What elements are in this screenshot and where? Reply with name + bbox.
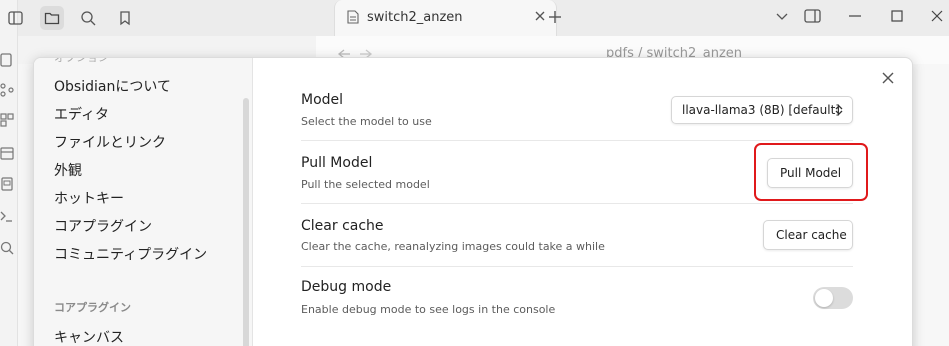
setting-name: Clear cache	[301, 218, 384, 234]
setting-description: Pull the selected model	[301, 178, 430, 191]
sidebar-item-files-links[interactable]: ファイルとリンク	[54, 132, 166, 152]
terminal-icon[interactable]	[0, 208, 16, 224]
search-icon[interactable]	[0, 240, 16, 256]
clear-cache-button[interactable]: Clear cache	[763, 220, 853, 250]
search-icon[interactable]	[76, 6, 100, 30]
sidebar-item-editor[interactable]: エディタ	[54, 104, 109, 124]
close-tab-icon[interactable]	[534, 10, 546, 22]
minimize-icon[interactable]	[848, 8, 862, 24]
file-icon	[347, 10, 359, 24]
title-bar: switch2_anzen	[8, 0, 949, 36]
ribbon	[0, 0, 18, 346]
new-tab-icon[interactable]	[546, 8, 564, 26]
setting-model: Model Select the model to use llava-llam…	[301, 78, 853, 141]
tab-title: switch2_anzen	[367, 10, 463, 25]
right-sidebar-toggle-icon[interactable]	[804, 8, 822, 24]
graph-view-icon[interactable]	[0, 82, 16, 98]
calendar-icon[interactable]	[0, 145, 16, 161]
tab-switch2-anzen[interactable]: switch2_anzen	[334, 0, 557, 36]
sidebar-item-community-plugins[interactable]: コミュニティプラグイン	[54, 244, 207, 264]
open-quick-switcher-icon[interactable]	[0, 52, 16, 68]
pull-model-button[interactable]: Pull Model	[767, 158, 853, 188]
settings-modal: オプション Obsidianについて エディタ ファイルとリンク 外観 ホットキ…	[33, 57, 913, 346]
settings-content: Model Select the model to use llava-llam…	[253, 58, 912, 346]
model-select[interactable]: llava-llama3 (8B) [default]	[671, 96, 853, 124]
maximize-icon[interactable]	[890, 8, 904, 24]
sidebar-section-header: オプション	[54, 57, 109, 64]
setting-debug-mode: Debug mode Enable debug mode to see logs…	[301, 267, 853, 333]
sidebar-item-appearance[interactable]: 外観	[54, 160, 82, 180]
toggle-knob	[815, 289, 833, 307]
sidebar-item-hotkeys[interactable]: ホットキー	[54, 188, 124, 208]
chevron-up-down-icon	[834, 104, 844, 116]
bookmark-icon[interactable]	[113, 6, 137, 30]
close-window-icon[interactable]	[930, 8, 944, 24]
sidebar-section-core-plugins: コアプラグイン	[54, 301, 131, 314]
setting-description: Enable debug mode to see logs in the con…	[301, 303, 556, 316]
templates-icon[interactable]	[0, 176, 16, 192]
sidebar-scrollbar[interactable]	[243, 98, 249, 346]
setting-description: Select the model to use	[301, 115, 432, 128]
sidebar-item-about[interactable]: Obsidianについて	[54, 76, 171, 96]
tab-list-chevron-icon[interactable]	[774, 8, 790, 24]
canvas-icon[interactable]	[0, 112, 16, 128]
setting-description: Clear the cache, reanalyzing images coul…	[301, 240, 605, 253]
setting-name: Pull Model	[301, 155, 373, 171]
file-explorer-icon[interactable]	[40, 6, 64, 30]
settings-sidebar: オプション Obsidianについて エディタ ファイルとリンク 外観 ホットキ…	[34, 58, 253, 346]
sidebar-item-core-plugins[interactable]: コアプラグイン	[54, 216, 152, 236]
setting-clear-cache: Clear cache Clear the cache, reanalyzing…	[301, 204, 853, 267]
setting-name: Debug mode	[301, 279, 392, 295]
debug-mode-toggle[interactable]	[813, 287, 853, 309]
model-select-value: llava-llama3 (8B) [default]	[682, 103, 840, 117]
editor-background	[918, 64, 949, 346]
sidebar-toggle-icon[interactable]	[4, 6, 28, 30]
setting-name: Model	[301, 92, 344, 108]
sidebar-item-canvas[interactable]: キャンバス	[54, 327, 124, 346]
